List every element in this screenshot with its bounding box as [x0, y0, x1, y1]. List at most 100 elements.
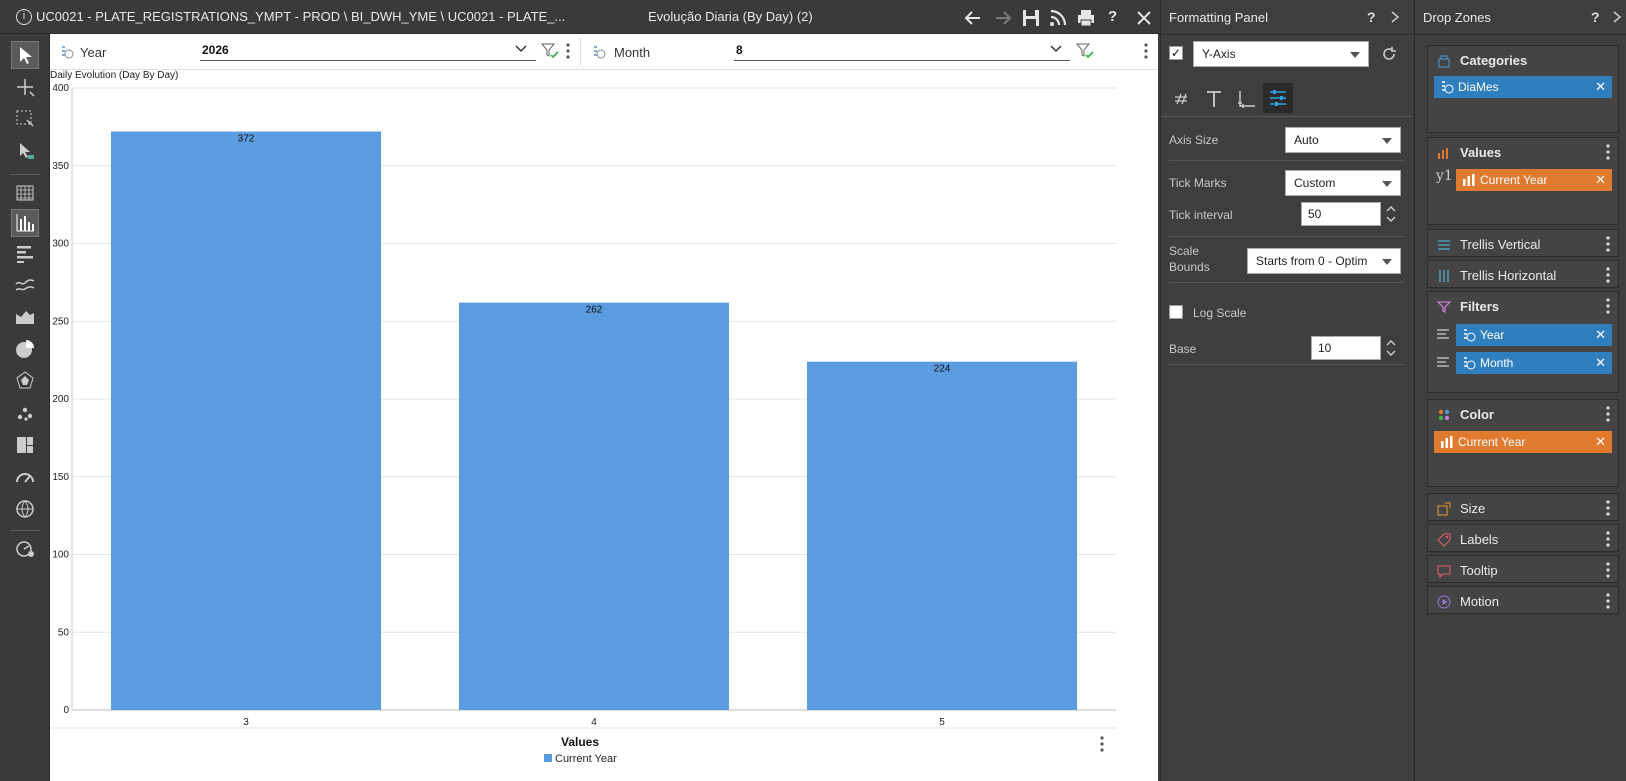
select-pointer-icon[interactable] [11, 41, 39, 69]
filter-applied-icon[interactable] [1075, 41, 1095, 61]
remove-chip-icon[interactable]: ✕ [1595, 76, 1606, 98]
remove-chip-icon[interactable]: ✕ [1595, 324, 1606, 346]
tab-scale-active[interactable] [1263, 83, 1293, 113]
column-chart-icon[interactable] [11, 209, 39, 237]
pie-chart-icon[interactable] [12, 336, 38, 362]
scatter-chart-icon[interactable] [12, 400, 38, 426]
close-icon[interactable] [1133, 7, 1155, 29]
lasso-select-icon[interactable] [12, 106, 38, 132]
formatting-panel: Formatting Panel ? ✓ Y-Axis Axis Size Au… [1160, 0, 1413, 781]
tick-interval-input[interactable]: 50 [1301, 202, 1381, 226]
line-chart-icon[interactable] [12, 272, 38, 298]
info-icon[interactable]: i [16, 9, 32, 25]
trellis-horizontal-icon [1439, 270, 1449, 282]
kebab-menu-icon[interactable] [1606, 236, 1610, 252]
base-input[interactable]: 10 [1311, 336, 1381, 360]
chevron-right-icon[interactable] [1389, 10, 1401, 24]
radar-chart-icon[interactable] [12, 368, 38, 394]
value-chip[interactable]: Current Year ✕ [1456, 169, 1612, 191]
crosshair-add-icon[interactable] [12, 74, 38, 100]
category-chip[interactable]: DiaMes ✕ [1434, 76, 1612, 98]
kebab-menu-icon[interactable] [1606, 500, 1610, 516]
axis-size-select[interactable]: Auto [1285, 127, 1401, 153]
custom-chart-icon[interactable] [12, 536, 38, 562]
rss-subscribe-icon[interactable] [1047, 7, 1069, 29]
column-chart[interactable]: Daily Evolution (Day By Day) 0 50 100 150 200… [50, 70, 1158, 781]
values-zone[interactable]: Values y1 Current Year ✕ [1427, 137, 1619, 225]
size-zone[interactable]: Size [1427, 493, 1619, 521]
kebab-menu-icon[interactable] [1606, 562, 1610, 578]
trellis-vertical-zone[interactable]: Trellis Vertical [1427, 229, 1619, 257]
bar-data-label: 224 [934, 364, 951, 375]
scale-sliders-icon [1270, 90, 1286, 106]
forward-arrow-icon[interactable] [992, 7, 1014, 29]
text-format-icon[interactable] [1203, 88, 1225, 110]
chevron-down-icon[interactable] [515, 44, 527, 54]
back-arrow-icon[interactable] [962, 7, 984, 29]
number-format-icon[interactable] [1171, 88, 1193, 110]
kebab-menu-icon[interactable] [1606, 267, 1610, 283]
bar-chart-icon[interactable] [12, 240, 38, 266]
help-button[interactable]: ? [1367, 9, 1376, 25]
map-globe-icon[interactable] [12, 496, 38, 522]
trellis-horizontal-zone[interactable]: Trellis Horizontal [1427, 260, 1619, 288]
axis-format-icon[interactable] [1235, 88, 1257, 110]
remove-chip-icon[interactable]: ✕ [1595, 169, 1606, 191]
log-scale-checkbox[interactable] [1169, 305, 1183, 319]
y-tick-label: 150 [52, 472, 69, 483]
filters-zone[interactable]: Filters Year ✕ Month ✕ [1427, 291, 1619, 393]
play-circle-icon [1437, 595, 1451, 609]
filter-applied-icon[interactable] [540, 41, 560, 61]
color-chip[interactable]: Current Year ✕ [1434, 431, 1612, 453]
treemap-icon[interactable] [12, 432, 38, 458]
kebab-menu-icon[interactable] [1606, 593, 1610, 609]
kebab-menu-icon[interactable] [566, 42, 570, 60]
grid-table-icon[interactable] [12, 180, 38, 206]
categories-title: Categories [1460, 53, 1528, 68]
scale-bounds-value: Starts from 0 - Optim [1256, 254, 1368, 268]
remove-chip-icon[interactable]: ✕ [1595, 431, 1606, 453]
chevron-down-icon[interactable] [1050, 44, 1062, 54]
spinner-arrows-icon[interactable] [1385, 203, 1397, 225]
kebab-menu-icon[interactable] [1606, 406, 1610, 422]
legend-swatch [544, 754, 552, 762]
y-tick-label: 350 [52, 161, 69, 172]
save-icon[interactable] [1020, 7, 1042, 29]
help-button[interactable]: ? [1108, 8, 1117, 25]
legend-kebab-icon[interactable] [1100, 736, 1104, 752]
report-path: UC0021 - PLATE_REGISTRATIONS_YMPT - PROD… [36, 9, 566, 24]
tooltip-zone[interactable]: Tooltip [1427, 555, 1619, 583]
gauge-icon[interactable] [12, 464, 38, 490]
x-tick-label: 4 [591, 717, 597, 728]
kebab-menu-icon[interactable] [1606, 531, 1610, 547]
filter-chip-year[interactable]: Year ✕ [1456, 324, 1612, 346]
motion-zone[interactable]: Motion [1427, 586, 1619, 614]
labels-zone[interactable]: Labels [1427, 524, 1619, 552]
trellis-horizontal-title: Trellis Horizontal [1460, 268, 1557, 283]
filter-list-icon [1437, 329, 1449, 339]
chevron-right-icon[interactable] [1611, 10, 1623, 24]
tick-marks-select[interactable]: Custom [1285, 170, 1401, 196]
print-icon[interactable] [1075, 7, 1097, 29]
color-zone[interactable]: Color Current Year ✕ [1427, 399, 1619, 487]
filter-value-year[interactable]: 2026 [202, 43, 229, 57]
reset-icon[interactable] [1379, 44, 1399, 64]
enable-section-checkbox[interactable]: ✓ [1169, 46, 1183, 60]
remove-chip-icon[interactable]: ✕ [1595, 352, 1606, 374]
drill-pointer-icon[interactable] [12, 138, 38, 164]
y-tick-label: 400 [52, 83, 69, 94]
spinner-arrows-icon[interactable] [1385, 337, 1397, 359]
area-chart-icon[interactable] [12, 304, 38, 330]
section-select[interactable]: Y-Axis [1193, 41, 1369, 67]
formatting-panel-title: Formatting Panel [1169, 10, 1268, 25]
date-hierarchy-icon [1442, 81, 1454, 94]
filter-chip-month[interactable]: Month ✕ [1456, 352, 1612, 374]
kebab-menu-icon[interactable] [1144, 42, 1148, 60]
panel-divider [1415, 34, 1626, 35]
kebab-menu-icon[interactable] [1606, 144, 1610, 160]
help-button[interactable]: ? [1591, 9, 1600, 25]
categories-zone[interactable]: Categories DiaMes ✕ [1427, 45, 1619, 133]
scale-bounds-select[interactable]: Starts from 0 - Optim [1247, 248, 1401, 274]
kebab-menu-icon[interactable] [1606, 298, 1610, 314]
filter-value-month[interactable]: 8 [736, 43, 743, 57]
